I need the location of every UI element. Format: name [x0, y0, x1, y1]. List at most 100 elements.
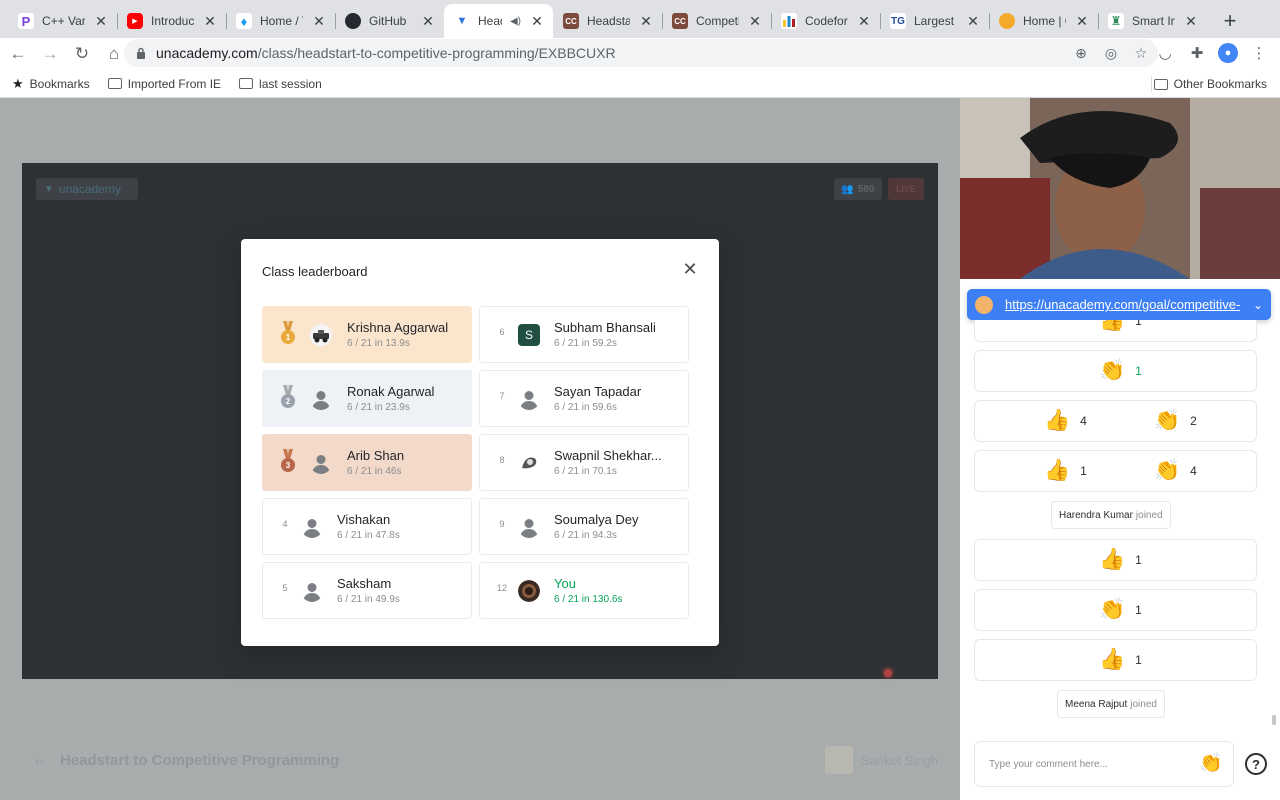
menu-icon[interactable]: ⋮ — [1248, 42, 1270, 64]
browser-tab[interactable]: CC Headstart ✕ — [553, 4, 662, 38]
thumbs-up-icon: 👍 — [1099, 648, 1126, 671]
educator-info[interactable]: Sanket Singh — [824, 746, 938, 774]
course-title: Headstart to Competitive Programming — [60, 751, 340, 769]
tab-close-icon[interactable]: ✕ — [311, 13, 327, 30]
tab-close-icon[interactable]: ✕ — [638, 13, 654, 30]
back-arrow-icon[interactable]: ← — [32, 751, 48, 769]
new-tab-button[interactable]: + — [1213, 4, 1247, 38]
tab-close-icon[interactable]: ✕ — [1183, 13, 1199, 30]
reaction-count: 4 — [1190, 464, 1197, 478]
browser-tab[interactable]: GitHub ✕ — [335, 4, 444, 38]
speaker-icon[interactable]: ◀) — [510, 16, 521, 27]
tab-close-icon[interactable]: ✕ — [747, 13, 763, 30]
browser-tab[interactable]: ♦ Home / Tw ✕ — [226, 4, 335, 38]
github-icon — [345, 13, 361, 29]
browser-tab[interactable]: P C++ Variat ✕ — [8, 4, 117, 38]
browser-tab[interactable]: CC Competiti ✕ — [662, 4, 771, 38]
player-score: 6 / 21 in 59.2s — [554, 338, 617, 349]
close-icon[interactable]: ✕ — [681, 260, 699, 278]
tab-strip: P C++ Variat ✕ ▶ Introductio ✕ ♦ Home / … — [0, 0, 1280, 38]
user-placeholder-icon — [310, 388, 332, 410]
eye-off-icon[interactable]: ◎ — [1102, 44, 1120, 62]
tab-close-icon[interactable]: ✕ — [1074, 13, 1090, 30]
leaderboard-entry: 9 Soumalya Dey 6 / 21 in 94.3s — [479, 498, 689, 555]
tab-title: GitHub — [369, 14, 407, 28]
browser-tab[interactable]: TG Largest Te ✕ — [880, 4, 989, 38]
bookmark-folder[interactable]: last session — [239, 77, 322, 91]
clap-icon: 👏 — [1099, 598, 1126, 621]
bookmark-folder[interactable]: Imported From IE — [107, 76, 222, 91]
codeforces-icon — [781, 13, 797, 29]
tab-close-icon[interactable]: ✕ — [93, 13, 109, 30]
reaction-group: 👍 4 — [1044, 409, 1087, 433]
reaction-group: 👏 1 — [1099, 359, 1142, 383]
unacademy-icon: ▼ — [454, 13, 470, 29]
browser-tab-active[interactable]: ▼ Heads ◀) ✕ — [444, 4, 553, 38]
star-icon[interactable]: ☆ — [1132, 44, 1150, 62]
rank-number: 4 — [282, 519, 288, 529]
browser-tab[interactable]: ▶ Introductio ✕ — [117, 4, 226, 38]
thumbs-up-icon: 👍 — [1099, 320, 1126, 332]
chevron-down-icon[interactable]: ⌄ — [1253, 298, 1263, 312]
join-notice: Harendra Kumar joined — [1051, 501, 1171, 529]
course-title-bar[interactable]: ← Headstart to Competitive Programming — [32, 751, 339, 769]
forward-arrow-icon[interactable]: → — [36, 40, 64, 68]
player-name: Sayan Tapadar — [554, 384, 642, 399]
help-icon[interactable]: ? — [1245, 753, 1267, 775]
back-arrow-icon[interactable]: ← — [4, 40, 32, 68]
reaction-group: 👍 1 — [1099, 320, 1142, 333]
reaction-card: 👏 1 — [974, 589, 1257, 631]
tab-close-icon[interactable]: ✕ — [420, 13, 436, 30]
player-score: 6 / 21 in 46s — [347, 466, 402, 477]
url-path: /class/headstart-to-competitive-programm… — [257, 45, 616, 61]
clap-reaction-button[interactable]: 👏 — [1199, 752, 1223, 776]
leaderboard-entry: 2 Ronak Agarwal 6 / 21 in 23.9s — [262, 370, 472, 427]
tab-close-icon[interactable]: ✕ — [202, 13, 218, 30]
pinned-message[interactable]: https://unacademy.com/goal/competitive-p… — [967, 289, 1271, 320]
reaction-card: 👍 1 — [974, 320, 1257, 342]
leaderboard-entry: 6 S Subham Bhansali 6 / 21 in 59.2s — [479, 306, 689, 363]
codechef-icon: CC — [672, 13, 688, 29]
chat-scrollbar[interactable] — [1272, 715, 1276, 725]
tab-close-icon[interactable]: ✕ — [856, 13, 872, 30]
folder-icon — [1153, 78, 1168, 90]
avatar — [975, 295, 993, 314]
tab-close-icon[interactable]: ✕ — [965, 13, 981, 30]
browser-tab[interactable]: Codeforce ✕ — [771, 4, 880, 38]
leaderboard-entry: 5 Saksham 6 / 21 in 49.9s — [262, 562, 472, 619]
tab-title: Codeforce — [805, 14, 848, 28]
user-placeholder-icon — [310, 452, 332, 474]
browser-tab[interactable]: Home | Go ✕ — [989, 4, 1098, 38]
pocket-icon[interactable]: ◡ — [1154, 42, 1176, 64]
bookmark-label: Imported From IE — [127, 76, 222, 91]
leaderboard-entry: 1 Krishna Aggarwal 6 / 21 in 13.9s — [262, 306, 472, 363]
modal-title: Class leaderboard — [262, 264, 368, 279]
joined-user: Harendra Kumar — [1059, 509, 1133, 521]
other-bookmarks[interactable]: Other Bookmarks — [1153, 77, 1267, 91]
leaderboard-entry: 7 Sayan Tapadar 6 / 21 in 59.6s — [479, 370, 689, 427]
extensions-icon[interactable]: ✚ — [1186, 42, 1208, 64]
add-icon[interactable]: ⊕ — [1072, 44, 1090, 62]
join-notice: Meena Rajput joined — [1057, 690, 1165, 718]
bookmarks-item[interactable]: ★ Bookmarks — [12, 76, 90, 92]
medal-rank: 3 — [281, 458, 295, 472]
viewer-count-badge: 👥 580 — [834, 178, 882, 200]
comment-input[interactable] — [989, 758, 1189, 770]
chat-feed[interactable]: 👍 1 👏 1 👍 4 👏 2 👍 1 👏 4 Harendra Kumar j… — [960, 320, 1280, 726]
browser-tab[interactable]: ♜ Smart Indi ✕ — [1098, 4, 1207, 38]
thumbs-up-icon: 👍 — [1044, 409, 1071, 432]
leaderboard-modal: Class leaderboard ✕ 1 Krishna Aggarwal 6… — [241, 239, 719, 646]
bookmarks-divider — [1151, 76, 1152, 92]
reload-icon[interactable]: ↻ — [68, 40, 96, 68]
profile-avatar-icon[interactable]: ● — [1218, 43, 1238, 63]
pinned-link[interactable]: https://unacademy.com/goal/competitive-p… — [1005, 297, 1241, 312]
recording-dot-icon — [884, 669, 892, 677]
address-bar[interactable]: unacademy.com/class/headstart-to-competi… — [124, 39, 1158, 67]
player-name: You — [554, 576, 576, 591]
reaction-count: 4 — [1080, 414, 1087, 428]
star-icon: ★ — [12, 75, 24, 91]
unacademy-logo-icon: ▼ — [44, 183, 54, 195]
tab-close-icon[interactable]: ✕ — [529, 13, 545, 30]
comment-box[interactable]: 👏 — [974, 741, 1234, 787]
player-score: 6 / 21 in 13.9s — [347, 338, 410, 349]
